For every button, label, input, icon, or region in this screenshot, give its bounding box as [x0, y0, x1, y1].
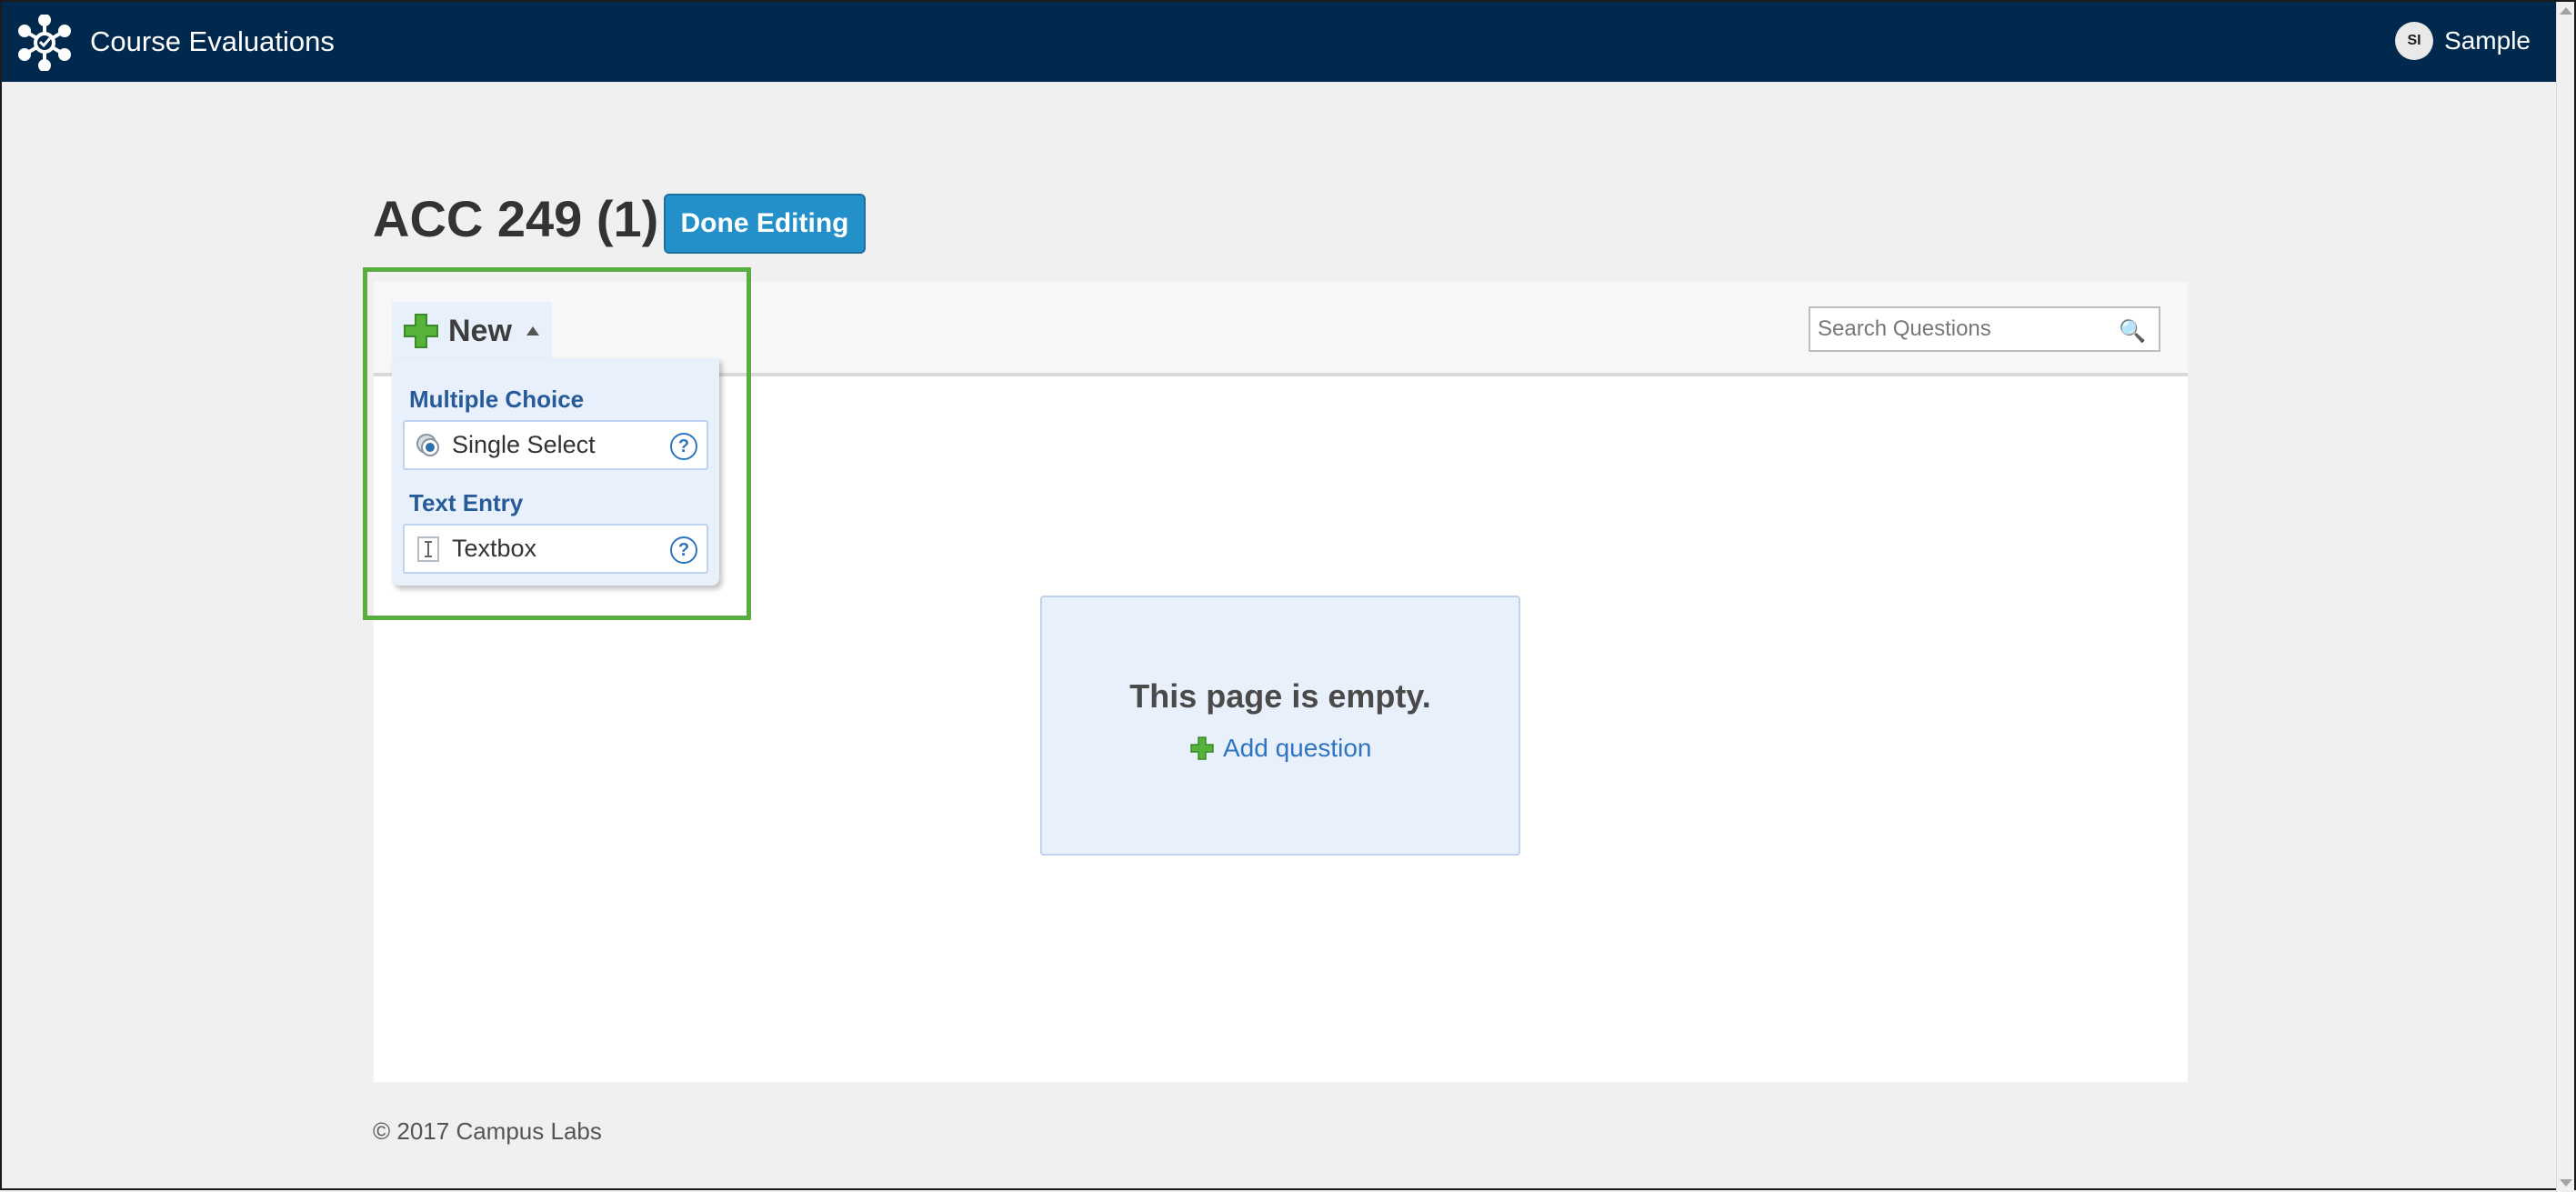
help-icon[interactable]: ?: [670, 433, 697, 460]
menu-heading-multiple-choice: Multiple Choice: [409, 386, 585, 413]
radio-icon: [416, 433, 439, 456]
footer-copyright: © 2017 Campus Labs: [373, 1117, 602, 1145]
help-icon[interactable]: ?: [670, 536, 697, 564]
user-menu[interactable]: SI Sample: [2395, 22, 2531, 60]
text-cursor-icon: [417, 536, 439, 562]
menu-item-label[interactable]: Textbox: [452, 535, 536, 563]
app-title[interactable]: Course Evaluations: [90, 25, 335, 58]
add-question-link[interactable]: Add question: [1190, 734, 1371, 763]
vertical-scrollbar[interactable]: [2556, 2, 2574, 1192]
plus-icon: [1190, 736, 1214, 760]
search-box[interactable]: 🔍: [1809, 306, 2160, 352]
scroll-up-arrow-icon[interactable]: [2560, 7, 2572, 15]
add-question-label[interactable]: Add question: [1223, 734, 1371, 763]
avatar[interactable]: SI: [2395, 22, 2434, 60]
user-name[interactable]: Sample: [2444, 26, 2531, 55]
empty-page-title: This page is empty.: [1129, 677, 1431, 715]
scroll-down-arrow-icon[interactable]: [2560, 1179, 2572, 1187]
caret-up-icon[interactable]: [526, 326, 539, 336]
menu-item-textbox[interactable]: Textbox ?: [403, 524, 708, 574]
plus-icon: [404, 314, 438, 348]
new-button-label[interactable]: New: [448, 314, 512, 349]
search-input[interactable]: [1816, 314, 2107, 345]
menu-item-label[interactable]: Single Select: [452, 431, 596, 459]
menu-heading-text-entry: Text Entry: [409, 489, 524, 516]
top-navigation-bar: Course Evaluations SI Sample: [2, 2, 2560, 82]
page-title: ACC 249 (1): [373, 190, 659, 247]
new-question-dropdown: Multiple Choice Single Select ? Text Ent…: [392, 358, 719, 586]
search-icon[interactable]: 🔍: [2119, 318, 2146, 345]
empty-page-notice: This page is empty. Add question: [1040, 596, 1520, 856]
app-logo-icon[interactable]: [16, 15, 73, 71]
new-question-button[interactable]: New: [392, 302, 552, 360]
menu-item-single-select[interactable]: Single Select ?: [403, 420, 708, 470]
done-editing-button[interactable]: Done Editing: [664, 194, 866, 254]
